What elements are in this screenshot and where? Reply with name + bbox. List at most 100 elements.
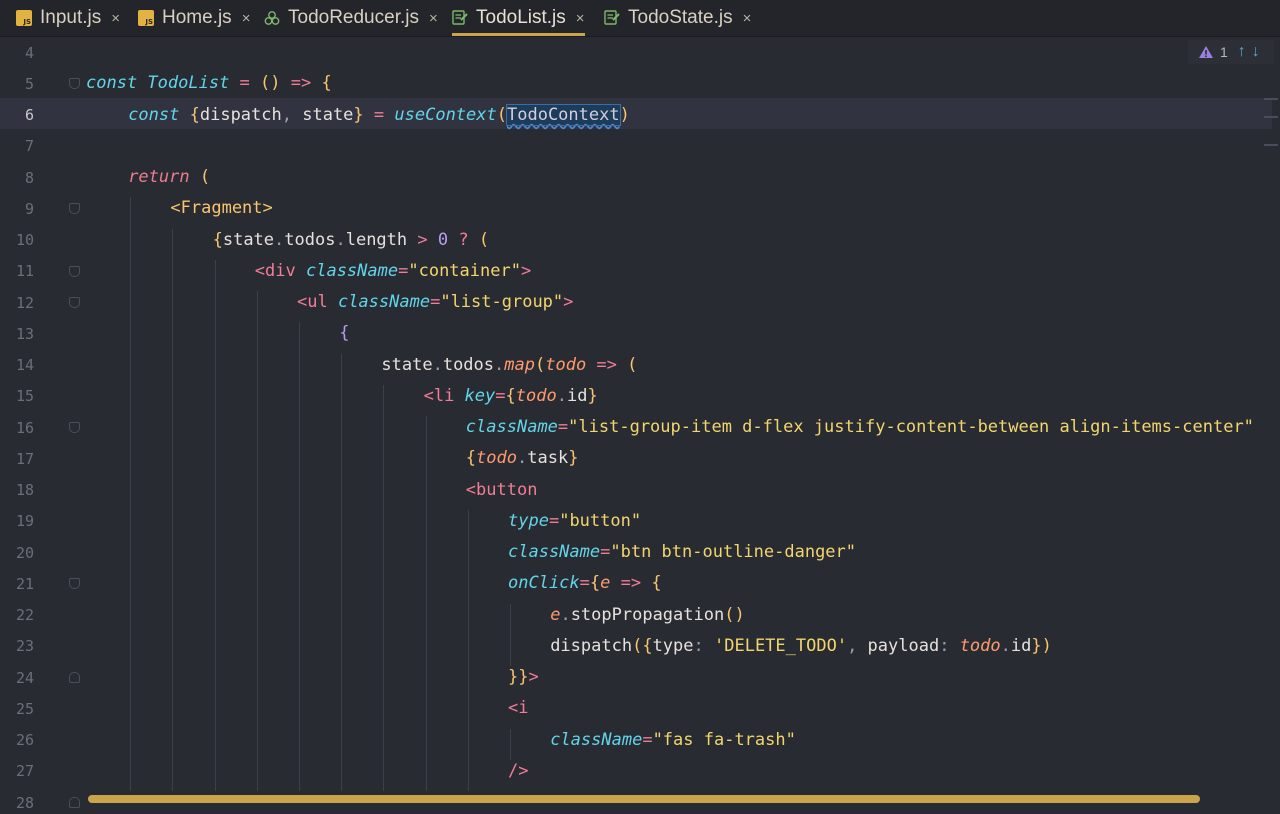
code-line[interactable]: className="fas fa-trash" <box>550 725 796 756</box>
line-number: 15 <box>15 387 34 406</box>
fold-toggle-icon[interactable] <box>69 422 80 433</box>
line-number: 26 <box>15 731 34 749</box>
code-token: type <box>508 510 549 531</box>
indent-guide <box>341 353 343 791</box>
tab-label: Input.js <box>40 7 102 28</box>
fold-toggle-icon[interactable] <box>69 203 80 215</box>
code-line[interactable]: e.stopPropagation() <box>550 600 745 631</box>
code-token: /> <box>508 760 529 781</box>
fold-toggle-icon[interactable] <box>69 672 80 683</box>
close-icon[interactable]: × <box>242 10 251 27</box>
code-line[interactable]: /> <box>508 756 528 787</box>
code-line[interactable]: { <box>339 318 349 349</box>
code-line[interactable]: onClick={e => { <box>508 568 662 599</box>
code-line[interactable]: }}> <box>508 662 539 693</box>
code-token: = <box>229 73 261 94</box>
previous-highlight-arrow-icon[interactable]: ↑ <box>1238 43 1246 61</box>
warning-count: 1 <box>1220 44 1228 60</box>
line-number: 4 <box>24 43 34 62</box>
line-number: 12 <box>15 293 34 312</box>
tab-todolist-js[interactable]: TodoList.js × <box>452 0 585 36</box>
code-token: e <box>550 604 561 625</box>
editor-tab-bar: Input.js×Home.js×TodoReducer.js×TodoList… <box>0 0 1280 37</box>
code-token: onClick <box>508 573 580 594</box>
close-icon[interactable]: × <box>111 10 120 27</box>
code-token: task <box>527 448 569 469</box>
code-line[interactable]: <i <box>508 693 528 724</box>
tab-todoreducer-js[interactable]: TodoReducer.js × <box>264 0 438 36</box>
line-number: 19 <box>15 512 34 531</box>
code-line[interactable]: <div className="container"> <box>255 256 531 287</box>
fold-toggle-icon[interactable] <box>69 578 80 590</box>
inspection-widget[interactable]: 1 ↑ ↓ <box>1188 40 1274 64</box>
code-line[interactable]: const {dispatch, state} = useContext(Tod… <box>128 100 630 131</box>
indent-guide <box>510 603 511 666</box>
code-line[interactable]: return ( <box>128 162 210 193</box>
code-line[interactable]: <Fragment> <box>170 193 272 224</box>
close-icon[interactable]: × <box>429 10 438 27</box>
fold-toggle-icon[interactable] <box>69 297 80 308</box>
code-token: { <box>189 104 200 125</box>
code-line[interactable]: state.todos.map(todo => ( <box>381 350 637 381</box>
code-line[interactable]: const TodoList = () => { <box>86 68 332 99</box>
line-number-gutter[interactable]: 4 5 6 7 8 9 10 11 12 13 14 15 16 17 18 19 20 21 22 23 24 25 26… <box>0 37 80 814</box>
close-icon[interactable]: × <box>576 10 585 27</box>
code-token: () <box>260 73 291 94</box>
fold-toggle-icon[interactable] <box>69 265 80 277</box>
tab-todostate-js[interactable]: TodoState.js × <box>604 0 751 36</box>
code-line[interactable]: className="list-group-item d-flex justif… <box>466 412 1254 443</box>
code-token: => <box>596 354 628 375</box>
code-line[interactable]: <ul className="list-group"> <box>297 287 573 318</box>
code-line[interactable]: <li key={todo.id} <box>424 381 598 412</box>
code-token: ( <box>199 167 211 187</box>
indent-guide <box>299 322 300 791</box>
code-line[interactable]: className="btn btn-outline-danger" <box>508 537 856 568</box>
code-line[interactable]: {state.todos.length > 0 ? ( <box>213 225 489 256</box>
code-token: > <box>563 292 574 312</box>
code-token: id <box>1010 635 1032 656</box>
line-number: 5 <box>24 74 34 93</box>
line-number: 10 <box>15 231 34 249</box>
code-token: { <box>339 323 350 344</box>
code-token: ( <box>534 354 546 375</box>
scroll-marker <box>1264 116 1278 118</box>
code-token: = <box>430 292 441 312</box>
code-token: ( <box>478 229 490 250</box>
code-token: todos <box>284 229 336 250</box>
next-highlight-arrow-icon[interactable]: ↓ <box>1252 43 1260 61</box>
code-token: = <box>548 510 560 531</box>
line-number: 8 <box>24 168 34 187</box>
code-token: id <box>566 385 588 406</box>
fold-toggle-icon[interactable] <box>69 78 80 90</box>
code-token: = <box>495 385 506 406</box>
code-token: type <box>652 635 694 656</box>
tab-input-js[interactable]: Input.js × <box>16 0 120 36</box>
line-number: 23 <box>15 637 34 656</box>
tab-label: TodoState.js <box>628 7 733 28</box>
tab-home-js[interactable]: Home.js × <box>138 0 250 36</box>
scroll-marker <box>1264 144 1278 146</box>
code-line[interactable]: <button <box>466 475 538 506</box>
close-icon[interactable]: × <box>743 10 752 27</box>
code-token: Fragment <box>180 198 263 219</box>
code-token: { <box>651 573 662 594</box>
code-line[interactable]: dispatch({type: 'DELETE_TODO', payload: … <box>550 631 1052 662</box>
code-token: }) <box>1031 635 1052 656</box>
line-number: 14 <box>15 356 34 374</box>
code-token: = <box>398 260 409 281</box>
code-token: : <box>693 635 714 656</box>
code-token: > <box>417 229 438 250</box>
code-line[interactable]: type="button" <box>508 506 641 537</box>
code-token: className <box>465 417 558 437</box>
component-file-icon <box>604 10 620 26</box>
line-number: 20 <box>15 543 34 562</box>
code-token: "button" <box>559 510 642 531</box>
code-token: ( <box>496 104 507 125</box>
line-number: 13 <box>15 324 34 343</box>
horizontal-scrollbar-thumb[interactable] <box>88 795 1200 803</box>
code-line[interactable]: {todo.task} <box>466 443 579 474</box>
code-token: todo <box>545 354 597 375</box>
component-file-icon <box>452 10 468 26</box>
line-number: 11 <box>15 262 34 281</box>
code-token: state <box>381 354 433 375</box>
